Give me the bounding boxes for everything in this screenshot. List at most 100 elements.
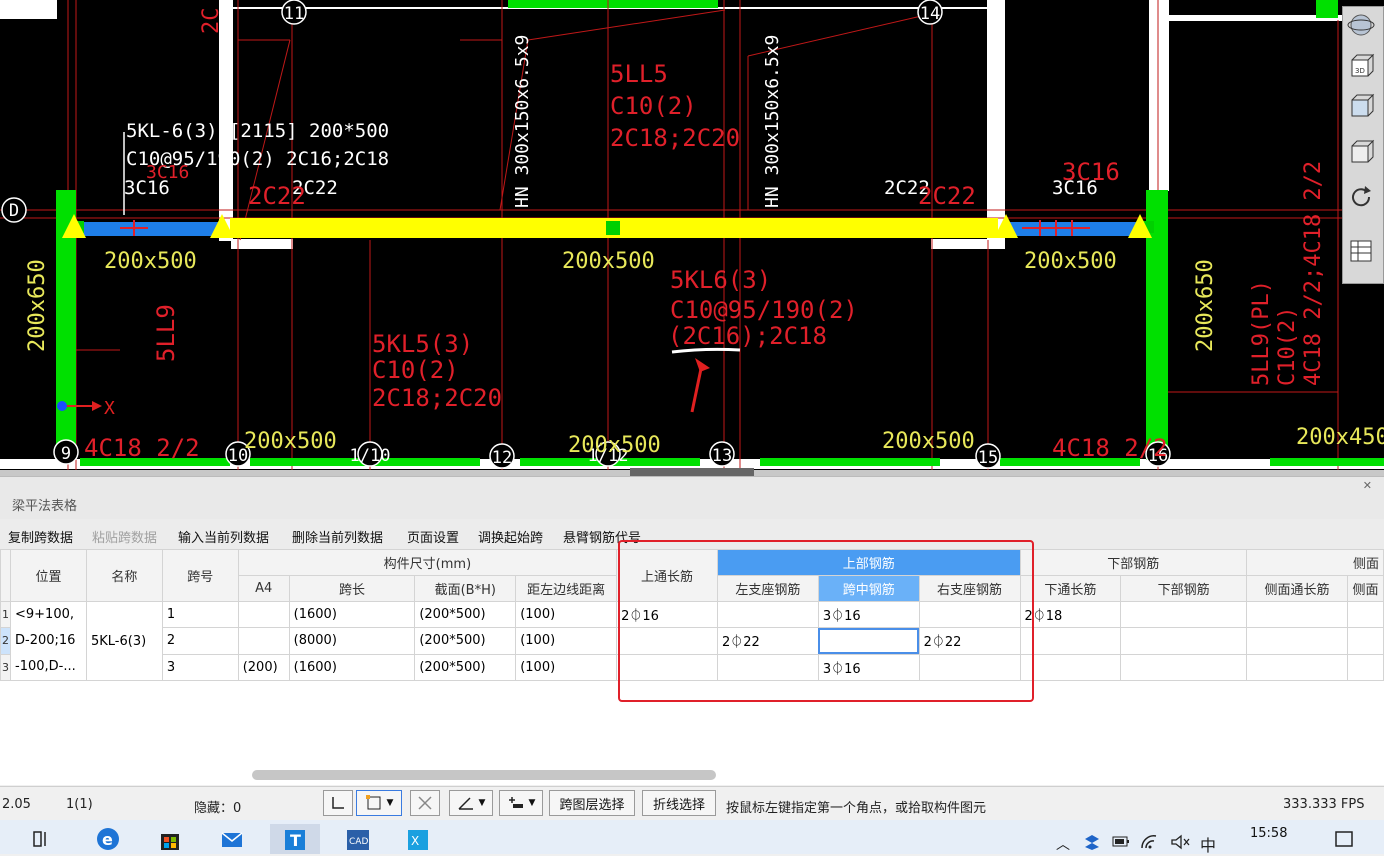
chevron-down-icon: ▼: [528, 798, 536, 808]
red-label: 3C16: [146, 162, 189, 183]
red-label: 2C18;2C20: [610, 124, 740, 152]
ortho-button[interactable]: [323, 790, 353, 816]
cad-app-icon[interactable]: CAD: [338, 824, 378, 854]
volume-muted-icon[interactable]: [1170, 834, 1190, 854]
horizontal-scrollbar[interactable]: [252, 770, 716, 780]
dim-label: 200x500: [244, 429, 337, 454]
cad-viewport[interactable]: 11 14 D 9 10 1/10 12 1/12 13 15 16 5KL-6…: [0, 0, 1384, 476]
a4-cell[interactable]: [237, 627, 290, 655]
bottom-bar-cell[interactable]: [1120, 653, 1248, 682]
span-length-cell[interactable]: (1600): [288, 600, 416, 629]
col-group-bottom: 下部钢筋: [1019, 549, 1248, 576]
page-setup-button[interactable]: 页面设置: [407, 527, 459, 546]
cad-drawing: 11 14 D 9 10 1/10 12 1/12 13 15 16 5KL-6…: [0, 0, 1384, 476]
a4-cell[interactable]: (200): [237, 653, 290, 682]
box-view-icon[interactable]: [1347, 91, 1379, 123]
name-cell[interactable]: 5KL-6(3): [85, 601, 163, 681]
steel-section-label-2: HN 300x150x6.5x9: [762, 35, 783, 208]
rotate-icon[interactable]: [1347, 183, 1379, 215]
cross-button[interactable]: [410, 790, 440, 816]
side-through-cell[interactable]: [1246, 600, 1348, 629]
col-group-side: 侧面: [1246, 549, 1384, 576]
ime-indicator[interactable]: 中: [1200, 832, 1216, 856]
input-column-button[interactable]: 输入当前列数据: [178, 527, 269, 546]
clock[interactable]: 15:58: [1250, 826, 1287, 841]
span-cell[interactable]: 2: [161, 627, 239, 655]
edge-cell[interactable]: (100): [515, 600, 618, 629]
section-cell[interactable]: (200*500): [414, 653, 517, 682]
selection-mode-dropdown[interactable]: ▼: [356, 790, 402, 816]
wifi-icon[interactable]: [1140, 834, 1158, 854]
edge-browser-icon[interactable]: e: [88, 824, 128, 854]
svg-text:CAD: CAD: [349, 837, 368, 847]
chevron-up-icon[interactable]: ︿: [1056, 834, 1070, 854]
cross-icon: [418, 796, 432, 810]
edge-cell[interactable]: (100): [515, 627, 618, 655]
angle-dropdown[interactable]: ▼: [449, 790, 493, 816]
span-cell[interactable]: 1: [161, 600, 239, 629]
calc-app-icon[interactable]: X: [398, 824, 438, 854]
section-cell[interactable]: (200*500): [414, 627, 517, 655]
red-label: 4C18 2/2;4C18 2/2: [1301, 161, 1326, 386]
red-label: 5LL5: [610, 60, 668, 88]
task-view-icon[interactable]: [22, 824, 62, 854]
row-number[interactable]: 2: [0, 627, 11, 655]
cube-icon[interactable]: [1347, 137, 1379, 169]
polyline-select-button[interactable]: 折线选择: [642, 790, 716, 816]
paste-span-button[interactable]: 粘贴跨数据: [92, 527, 157, 546]
side-extra-cell[interactable]: [1346, 627, 1384, 655]
span-cell[interactable]: 3: [161, 653, 239, 682]
col-group-size: 构件尺寸(mm): [237, 549, 618, 576]
red-label: 2C22: [918, 182, 976, 210]
axis-15: 15: [978, 448, 998, 468]
red-label: 5KL5(3): [372, 330, 473, 358]
col-edge-distance: 距左边线距离: [515, 575, 618, 602]
splitter-handle[interactable]: [630, 468, 754, 476]
fps-readout: 333.333 FPS: [1283, 797, 1365, 812]
taskbar: e T CAD X ︿ 中 15:58: [0, 820, 1384, 856]
glodon-app-icon[interactable]: T: [270, 824, 320, 854]
position-cell[interactable]: <9+100, D-200;16 -100,D-...: [10, 601, 87, 681]
dim-label: 200x500: [568, 433, 661, 458]
status-bar: 2.05 1(1) 隐藏：0 ▼ ▼ ▼ 跨图层选择 折线选择 按鼠标左键指定第…: [0, 786, 1384, 821]
bottom-through-cell[interactable]: [1019, 653, 1122, 682]
a4-cell[interactable]: [237, 600, 290, 629]
dropbox-icon[interactable]: [1084, 834, 1100, 854]
section-cell[interactable]: (200*500): [414, 600, 517, 629]
side-extra-cell[interactable]: [1346, 600, 1384, 629]
bottom-bar-cell[interactable]: [1120, 627, 1248, 655]
span-length-cell[interactable]: (1600): [288, 653, 416, 682]
scale-readout: 1(1): [66, 797, 93, 812]
side-through-cell[interactable]: [1246, 627, 1348, 655]
bottom-bar-cell[interactable]: [1120, 600, 1248, 629]
side-extra-cell[interactable]: [1346, 653, 1384, 682]
notification-icon[interactable]: [1334, 830, 1354, 854]
col-a4: A4: [237, 575, 290, 602]
mail-icon[interactable]: [212, 824, 252, 854]
copy-span-button[interactable]: 复制跨数据: [8, 527, 73, 546]
panel-header: 梁平法表格 ✕: [0, 477, 1384, 519]
svg-text:3D: 3D: [1355, 67, 1365, 75]
edge-cell[interactable]: (100): [515, 653, 618, 682]
row-number[interactable]: 3: [0, 653, 11, 682]
svg-text:X: X: [411, 834, 419, 848]
bottom-through-cell[interactable]: [1019, 627, 1122, 655]
swap-start-span-button[interactable]: 调换起始跨: [478, 527, 543, 546]
cross-layer-select-button[interactable]: 跨图层选择: [549, 790, 635, 816]
bottom-through-cell[interactable]: 2⏀18: [1019, 600, 1122, 629]
span-length-cell[interactable]: (8000): [288, 627, 416, 655]
side-through-cell[interactable]: [1246, 653, 1348, 682]
delete-column-button[interactable]: 删除当前列数据: [292, 527, 383, 546]
battery-icon[interactable]: [1112, 834, 1130, 852]
3d-view-icon[interactable]: 3D: [1347, 51, 1379, 83]
red-label: C10(2): [1275, 307, 1300, 386]
layer-panel-icon[interactable]: [1347, 237, 1379, 269]
select-box-icon: [365, 795, 381, 810]
col-side-through: 侧面通长筋: [1246, 575, 1348, 602]
orbit-icon[interactable]: [1347, 11, 1379, 43]
row-number[interactable]: 1: [0, 600, 11, 629]
dim-label: 200x450: [1296, 425, 1384, 450]
snap-dropdown[interactable]: ▼: [499, 790, 543, 816]
close-icon[interactable]: ✕: [1363, 479, 1372, 492]
store-icon[interactable]: [150, 824, 190, 854]
